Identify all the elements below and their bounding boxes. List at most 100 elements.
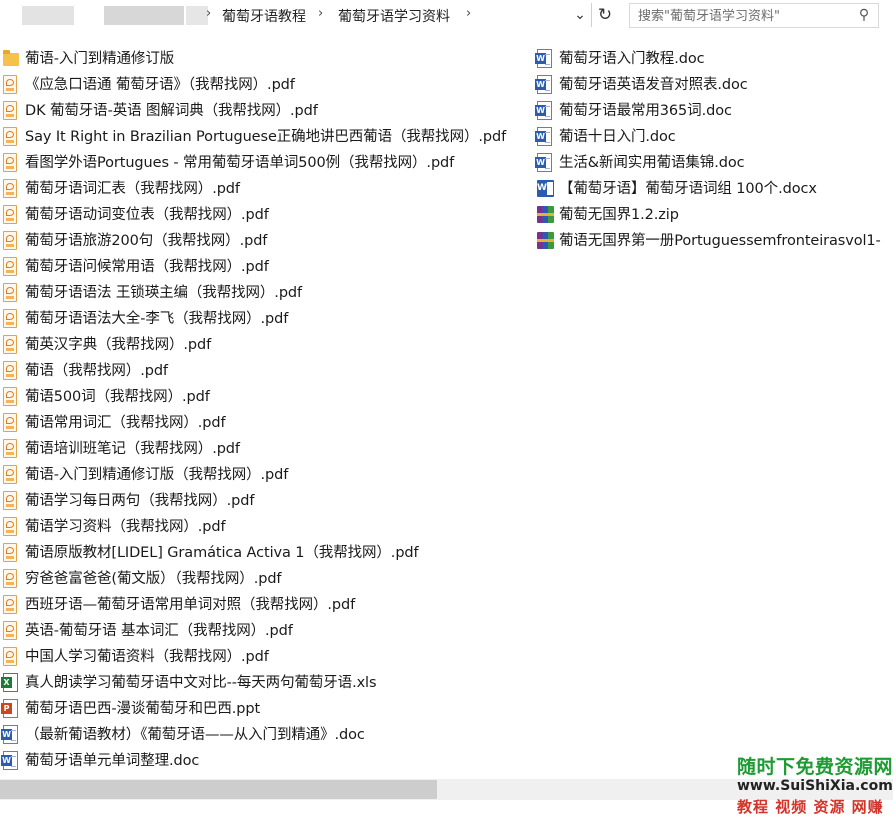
- file-item[interactable]: 《应急口语通 葡萄牙语》（我帮找网）.pdf: [3, 72, 506, 98]
- pdf-file-icon: [3, 101, 17, 120]
- watermark-title: 随时下免费资源网: [737, 756, 893, 778]
- pdf-file-icon: [3, 361, 19, 381]
- pdf-file-icon: [3, 621, 17, 640]
- file-item[interactable]: 穷爸爸富爸爸(葡文版）（我帮找网）.pdf: [3, 566, 506, 592]
- file-name: 葡语学习资料（我帮找网）.pdf: [25, 519, 226, 535]
- file-item[interactable]: 葡语学习资料（我帮找网）.pdf: [3, 514, 506, 540]
- file-item[interactable]: DK 葡萄牙语-英语 图解词典（我帮找网）.pdf: [3, 98, 506, 124]
- archive-file-icon: [537, 205, 554, 225]
- file-item[interactable]: 葡萄牙语动词变位表（我帮找网）.pdf: [3, 202, 506, 228]
- pdf-file-icon: [3, 283, 17, 302]
- archive-file-icon: [537, 206, 554, 223]
- file-item[interactable]: 葡语原版教材[LIDEL] Gramática Activa 1（我帮找网）.p…: [3, 540, 506, 566]
- file-name: 葡语（我帮找网）.pdf: [25, 363, 168, 379]
- file-item[interactable]: 葡语-入门到精通修订版（我帮找网）.pdf: [3, 462, 506, 488]
- file-item[interactable]: 看图学外语Portugues - 常用葡萄牙语单词500例（我帮找网）.pdf: [3, 150, 506, 176]
- pdf-file-icon: [3, 439, 19, 459]
- breadcrumb-separator-icon[interactable]: ›: [318, 6, 323, 21]
- search-box[interactable]: ⚲: [629, 3, 879, 28]
- file-item[interactable]: 英语-葡萄牙语 基本词汇（我帮找网）.pdf: [3, 618, 506, 644]
- file-item[interactable]: 葡语学习每日两句（我帮找网）.pdf: [3, 488, 506, 514]
- file-name: 葡萄牙语语法大全-李飞（我帮找网）.pdf: [25, 311, 289, 327]
- watermark-url: www.SuiShiXia.com: [737, 778, 893, 794]
- file-name: 葡萄牙语巴西-漫谈葡萄牙和巴西.ppt: [25, 701, 261, 717]
- pdf-file-icon: [3, 231, 17, 250]
- blurred-breadcrumb-segment: [186, 6, 208, 25]
- file-item[interactable]: 葡语常用词汇（我帮找网）.pdf: [3, 410, 506, 436]
- pdf-file-icon: [3, 387, 17, 406]
- file-item[interactable]: Say It Right in Brazilian Portuguese正确地讲…: [3, 124, 506, 150]
- pdf-file-icon: [3, 75, 17, 94]
- file-name: 葡萄牙语词汇表（我帮找网）.pdf: [25, 181, 240, 197]
- word-doc-icon: [1, 751, 18, 770]
- file-item[interactable]: 西班牙语—葡萄牙语常用单词对照（我帮找网）.pdf: [3, 592, 506, 618]
- file-name: 看图学外语Portugues - 常用葡萄牙语单词500例（我帮找网）.pdf: [25, 155, 455, 171]
- file-name: 葡萄牙语旅游200句（我帮找网）.pdf: [25, 233, 268, 249]
- file-item[interactable]: 葡萄牙语入门教程.doc: [535, 46, 881, 72]
- file-item[interactable]: 葡萄牙语单元单词整理.doc: [1, 748, 506, 774]
- pdf-file-icon: [3, 309, 19, 329]
- word-doc-icon: [1, 725, 19, 745]
- file-item[interactable]: （最新葡语教材）《葡萄牙语——从入门到精通》.doc: [1, 722, 506, 748]
- pdf-file-icon: [3, 621, 19, 641]
- breadcrumb-separator-icon[interactable]: ›: [466, 6, 471, 21]
- breadcrumb-item-portuguese-materials[interactable]: 葡萄牙语学习资料: [338, 6, 450, 26]
- pdf-file-icon: [3, 517, 17, 536]
- word-doc-icon: [535, 153, 552, 172]
- file-item[interactable]: 葡语（我帮找网）.pdf: [3, 358, 506, 384]
- file-item[interactable]: 葡语培训班笔记（我帮找网）.pdf: [3, 436, 506, 462]
- pdf-file-icon: [3, 205, 17, 224]
- archive-file-icon: [537, 231, 554, 251]
- file-item[interactable]: 葡萄牙语语法 王锁瑛主编（我帮找网）.pdf: [3, 280, 506, 306]
- pdf-file-icon: [3, 595, 19, 615]
- pdf-file-icon: [3, 205, 19, 225]
- file-item[interactable]: 生活&新闻实用葡语集锦.doc: [535, 150, 881, 176]
- breadcrumb-item-portuguese-tutorial[interactable]: 葡萄牙语教程: [222, 6, 306, 26]
- file-item[interactable]: 真人朗读学习葡萄牙语中文对比--每天两句葡萄牙语.xls: [1, 670, 506, 696]
- file-item[interactable]: 葡萄牙语巴西-漫谈葡萄牙和巴西.ppt: [1, 696, 506, 722]
- horizontal-scrollbar-thumb[interactable]: [0, 780, 437, 799]
- file-name: 葡语十日入门.doc: [559, 129, 676, 145]
- chevron-down-icon[interactable]: ⌄: [570, 4, 590, 26]
- pdf-file-icon: [3, 127, 19, 147]
- file-name: 穷爸爸富爸爸(葡文版）（我帮找网）.pdf: [25, 571, 282, 587]
- pdf-file-icon: [3, 283, 19, 303]
- pdf-file-icon: [3, 491, 17, 510]
- file-name: 英语-葡萄牙语 基本词汇（我帮找网）.pdf: [25, 623, 293, 639]
- file-item[interactable]: 葡语十日入门.doc: [535, 124, 881, 150]
- site-watermark: 随时下免费资源网 www.SuiShiXia.com 教程 视频 资源 网赚: [731, 750, 893, 819]
- file-item[interactable]: 葡萄牙语词汇表（我帮找网）.pdf: [3, 176, 506, 202]
- pdf-file-icon: [3, 75, 19, 95]
- file-name: 葡语原版教材[LIDEL] Gramática Activa 1（我帮找网）.p…: [25, 545, 419, 561]
- file-name: 葡萄牙语语法 王锁瑛主编（我帮找网）.pdf: [25, 285, 303, 301]
- file-item[interactable]: 葡萄牙语最常用365词.doc: [535, 98, 881, 124]
- file-item[interactable]: 葡语-入门到精通修订版: [3, 46, 506, 72]
- file-item[interactable]: 葡萄无国界1.2.zip: [537, 202, 881, 228]
- word-doc-icon: [535, 75, 553, 95]
- file-item[interactable]: 【葡萄牙语】葡萄牙语词组 100个.docx: [537, 176, 881, 202]
- file-name: 《应急口语通 葡萄牙语》（我帮找网）.pdf: [25, 77, 295, 93]
- word-doc-icon: [535, 153, 553, 173]
- pdf-file-icon: [3, 153, 17, 172]
- file-name: 【葡萄牙语】葡萄牙语词组 100个.docx: [559, 181, 817, 197]
- file-list-column-right: 葡萄牙语入门教程.doc 葡萄牙语英语发音对照表.doc 葡萄牙语最常用365词.d…: [535, 46, 881, 254]
- file-name: 葡语学习每日两句（我帮找网）.pdf: [25, 493, 255, 509]
- excel-file-icon: [1, 673, 18, 692]
- file-item[interactable]: 葡萄牙语英语发音对照表.doc: [535, 72, 881, 98]
- pdf-file-icon: [3, 465, 19, 485]
- pdf-file-icon: [3, 647, 17, 666]
- file-item[interactable]: 葡英汉字典（我帮找网）.pdf: [3, 332, 506, 358]
- refresh-icon[interactable]: ↻: [594, 4, 616, 26]
- file-item[interactable]: 葡萄牙语语法大全-李飞（我帮找网）.pdf: [3, 306, 506, 332]
- word-docx-icon: [537, 180, 554, 197]
- file-item[interactable]: 葡萄牙语旅游200句（我帮找网）.pdf: [3, 228, 506, 254]
- word-doc-icon: [1, 725, 18, 744]
- file-item[interactable]: 中国人学习葡语资料（我帮找网）.pdf: [3, 644, 506, 670]
- file-item[interactable]: 葡语无国界第一册Portuguessemfronteirasvol1-: [537, 228, 881, 254]
- file-item[interactable]: 葡语500词（我帮找网）.pdf: [3, 384, 506, 410]
- search-input[interactable]: [638, 7, 848, 25]
- search-icon[interactable]: ⚲: [856, 7, 872, 23]
- file-item[interactable]: 葡萄牙语问候常用语（我帮找网）.pdf: [3, 254, 506, 280]
- word-doc-icon: [535, 49, 552, 68]
- pdf-file-icon: [3, 387, 19, 407]
